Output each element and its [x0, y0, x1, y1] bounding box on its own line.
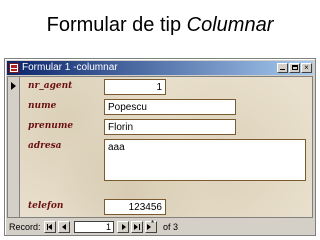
window-titlebar[interactable]: Formular 1 -columnar × — [7, 61, 313, 75]
maximize-button[interactable] — [289, 63, 300, 73]
field-nume[interactable]: Popescu — [104, 99, 236, 115]
field-nr-agent[interactable]: 1 — [104, 79, 166, 95]
current-record-arrow-icon — [11, 82, 16, 90]
prev-record-icon — [62, 224, 66, 230]
field-telefon[interactable]: 123456 — [104, 199, 166, 215]
prev-record-button[interactable] — [58, 221, 70, 233]
maximize-icon — [292, 65, 298, 70]
record-label: Record: — [9, 222, 41, 232]
label-telefon: telefon — [28, 201, 64, 211]
record-selector[interactable] — [8, 77, 20, 217]
slide-title-prefix: Formular de tip — [46, 14, 187, 36]
record-number-input[interactable]: 1 — [74, 221, 114, 233]
first-record-button[interactable] — [44, 221, 56, 233]
record-navigation-bar: Record: 1 * of 3 — [7, 219, 313, 235]
form-detail-area: nr_agent 1 nume Popescu prenume Florin a… — [7, 76, 313, 218]
form-window: Formular 1 -columnar × nr_agent 1 nume P… — [4, 58, 316, 236]
label-adresa: adresa — [28, 141, 62, 151]
field-prenume[interactable]: Florin — [104, 119, 236, 135]
slide-title: Formular de tip Columnar — [0, 14, 320, 37]
field-adresa[interactable]: aaa — [104, 139, 306, 181]
next-record-button[interactable] — [117, 221, 129, 233]
minimize-icon — [280, 69, 285, 70]
last-record-button[interactable] — [131, 221, 143, 233]
label-prenume: prenume — [28, 121, 74, 131]
label-nume: nume — [28, 101, 57, 111]
label-nr-agent: nr_agent — [28, 81, 73, 91]
close-button[interactable]: × — [301, 63, 312, 73]
next-record-icon — [122, 224, 126, 230]
form-icon — [9, 63, 19, 73]
slide-title-emphasis: Columnar — [186, 14, 274, 36]
record-count: of 3 — [163, 222, 179, 232]
window-title: Formular 1 -columnar — [22, 62, 118, 73]
minimize-button[interactable] — [277, 63, 288, 73]
new-record-button[interactable]: * — [145, 220, 157, 233]
close-icon: × — [304, 63, 309, 72]
